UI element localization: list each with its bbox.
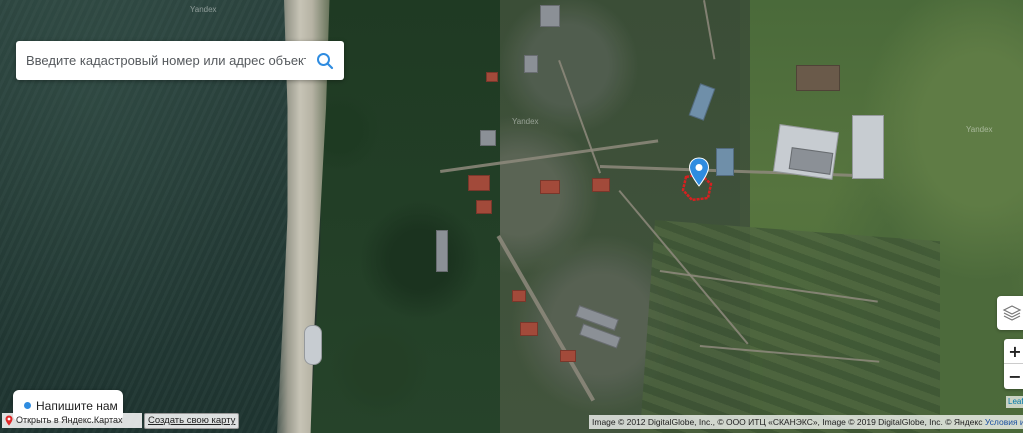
building xyxy=(524,55,538,73)
search-box xyxy=(16,41,344,80)
open-in-yandex-maps-label: Открыть в Яндекс.Картах xyxy=(16,415,123,425)
layers-button[interactable] xyxy=(997,296,1023,330)
building xyxy=(468,175,490,191)
building xyxy=(480,130,496,146)
gardens-area xyxy=(640,220,940,433)
building xyxy=(592,178,610,192)
building xyxy=(540,5,560,27)
zoom-out-button[interactable]: − xyxy=(1004,364,1023,389)
yandex-maps-pin-icon xyxy=(5,415,13,426)
map-attribution: Image © 2012 DigitalGlobe, Inc., © ООО И… xyxy=(589,415,1023,429)
building xyxy=(436,230,448,272)
search-button[interactable] xyxy=(306,41,344,80)
layers-icon xyxy=(1002,305,1022,321)
building xyxy=(560,350,576,362)
yandex-watermark: Yandex xyxy=(190,5,217,14)
search-icon xyxy=(317,52,334,69)
terms-link[interactable]: Условия использования xyxy=(985,417,1023,427)
attribution-text: Image © 2012 DigitalGlobe, Inc., © ООО И… xyxy=(592,417,983,427)
building xyxy=(852,115,884,179)
create-map-link[interactable]: Создать свою карту xyxy=(144,413,240,429)
building xyxy=(796,65,840,91)
zoom-in-button[interactable]: + xyxy=(1004,339,1023,364)
building xyxy=(304,325,322,365)
chat-status-dot xyxy=(24,402,31,409)
building xyxy=(540,180,560,194)
yandex-watermark: Yandex xyxy=(966,125,993,134)
search-input[interactable] xyxy=(16,42,306,79)
building xyxy=(486,72,498,82)
chat-label: Напишите нам xyxy=(36,398,118,413)
building xyxy=(512,290,526,302)
building xyxy=(476,200,492,214)
satellite-map[interactable]: Yandex Yandex Yandex + − Leaflet xyxy=(0,0,1023,433)
zoom-control: + − xyxy=(1004,339,1023,389)
building xyxy=(716,148,734,176)
leaflet-link[interactable]: Leaflet xyxy=(1006,396,1023,408)
open-in-yandex-maps-link[interactable]: Открыть в Яндекс.Картах xyxy=(2,413,142,428)
create-map-label: Создать свою карту xyxy=(148,415,236,426)
location-marker-icon[interactable] xyxy=(688,157,710,187)
building xyxy=(520,322,538,336)
yandex-watermark: Yandex xyxy=(512,117,539,126)
